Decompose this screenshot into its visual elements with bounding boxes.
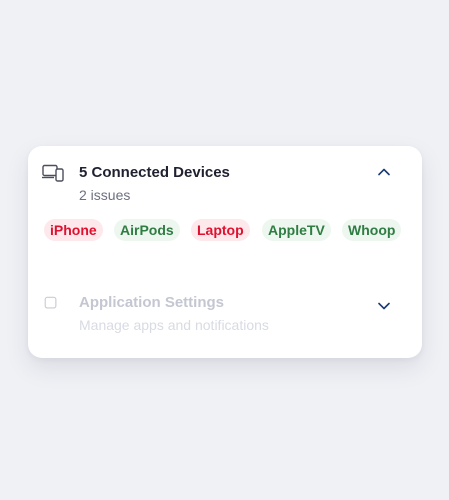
- device-tag-whoop[interactable]: Whoop: [342, 219, 402, 241]
- device-tags: iPhone AirPods Laptop AppleTV Whoop: [44, 219, 414, 243]
- devices-card: 5 Connected Devices 2 issues iPhone AirP…: [28, 146, 422, 358]
- application-settings-header[interactable]: Application Settings Manage apps and not…: [28, 290, 422, 336]
- settings-title: Application Settings: [79, 294, 225, 311]
- devices-subtitle: 2 issues: [79, 187, 131, 203]
- device-tag-iphone[interactable]: iPhone: [44, 219, 103, 241]
- device-tag-appletv[interactable]: AppleTV: [262, 219, 331, 241]
- devices-icon: [42, 164, 64, 182]
- chevron-down-icon[interactable]: [376, 298, 392, 314]
- chevron-up-icon[interactable]: [376, 164, 392, 180]
- connected-devices-header[interactable]: 5 Connected Devices 2 issues: [28, 160, 422, 206]
- device-tag-laptop[interactable]: Laptop: [191, 219, 250, 241]
- devices-title: 5 Connected Devices: [79, 164, 230, 181]
- settings-subtitle: Manage apps and notifications: [79, 317, 269, 333]
- device-tag-airpods[interactable]: AirPods: [114, 219, 180, 241]
- settings-square-icon: [44, 296, 57, 309]
